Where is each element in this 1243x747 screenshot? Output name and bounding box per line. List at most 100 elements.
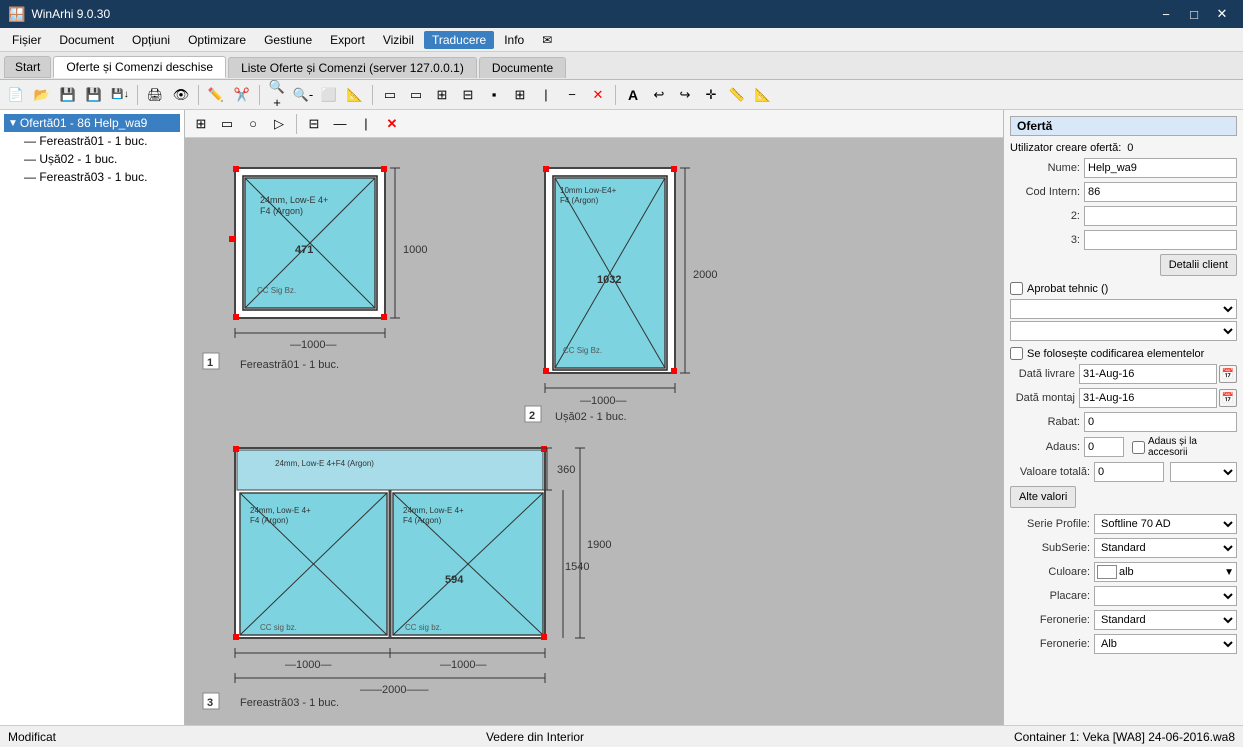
tab-oferte[interactable]: Oferte și Comenzi deschise [53, 56, 226, 78]
feronerie2-select[interactable]: Alb [1094, 634, 1237, 654]
tb-open[interactable]: 📂 [30, 83, 54, 107]
tb-delete[interactable]: ✕ [586, 83, 610, 107]
tree-fereastra03[interactable]: — Fereastră03 - 1 buc. [4, 168, 180, 186]
tb-fill[interactable]: ▪ [482, 83, 506, 107]
status-center: Vedere din Interior [76, 730, 994, 744]
tb-split-h[interactable]: ⊟ [456, 83, 480, 107]
codificare-label: Se folosește codificarea elementelor [1027, 348, 1204, 360]
dtb-arrow[interactable]: ▷ [267, 112, 291, 136]
tab-liste[interactable]: Liste Oferte și Comenzi (server 127.0.0.… [228, 57, 477, 78]
tb-edit2[interactable]: ✂️ [230, 83, 254, 107]
tb-zoom-fit[interactable]: ⬜ [317, 83, 341, 107]
tb-edit1[interactable]: ✏️ [204, 83, 228, 107]
tab-documente[interactable]: Documente [479, 57, 566, 78]
feronerie1-select[interactable]: Standard [1094, 610, 1237, 630]
data-livrare-picker[interactable]: 📅 [1219, 365, 1237, 383]
dtb-delete-red[interactable]: ✕ [380, 112, 404, 136]
tb-text[interactable]: A [621, 83, 645, 107]
dtb-pipe[interactable]: | [354, 112, 378, 136]
tb-save1[interactable]: 💾 [56, 83, 80, 107]
field3-input[interactable] [1084, 230, 1237, 250]
tree-root[interactable]: ▼ Ofertă01 - 86 Help_wa9 [4, 114, 180, 132]
dtb-minus[interactable]: — [328, 112, 352, 136]
subserie-select[interactable]: Standard [1094, 538, 1237, 558]
menu-traducere[interactable]: Traducere [424, 31, 494, 49]
section-oferta: Ofertă [1010, 116, 1237, 136]
w1-corner-bl [233, 314, 239, 320]
tb-rect[interactable]: ▭ [378, 83, 402, 107]
tb-save2[interactable]: 💾 [82, 83, 106, 107]
tb-split2[interactable]: ⊞ [508, 83, 532, 107]
placare-select[interactable] [1094, 586, 1237, 606]
valoare-totala-input[interactable] [1094, 462, 1164, 482]
adaus-accesorii-checkbox[interactable] [1132, 441, 1145, 454]
tb-new[interactable]: 📄 [4, 83, 28, 107]
data-montaj-picker[interactable]: 📅 [1219, 389, 1237, 407]
menu-gestiune[interactable]: Gestiune [256, 31, 320, 49]
menu-export[interactable]: Export [322, 31, 373, 49]
culoare-dropdown-btn[interactable]: ▼ [1222, 567, 1236, 578]
w3-label: Fereastră03 - 1 buc. [240, 697, 339, 709]
dtb-grid[interactable]: ⊞ [189, 112, 213, 136]
tb-split-v[interactable]: ⊞ [430, 83, 454, 107]
w1-inner-dim: 471 [295, 244, 313, 256]
field2-input[interactable] [1084, 206, 1237, 226]
tb-print[interactable]: 🖨 [143, 83, 167, 107]
tb-save3[interactable]: 💾↓ [108, 83, 132, 107]
dtb-circle[interactable]: ○ [241, 112, 265, 136]
nume-label: Nume: [1010, 162, 1080, 174]
minimize-button[interactable]: − [1153, 4, 1179, 24]
menu-vizibil[interactable]: Vizibil [375, 31, 422, 49]
tb-measure2[interactable]: 📐 [751, 83, 775, 107]
tb-dash-v[interactable]: | [534, 83, 558, 107]
aprobat-checkbox[interactable] [1010, 282, 1023, 295]
tb-zoom-in[interactable]: 🔍+ [265, 83, 289, 107]
adaus-input[interactable] [1084, 437, 1124, 457]
cod-intern-input[interactable] [1084, 182, 1237, 202]
currency-select[interactable] [1170, 462, 1238, 482]
dropdown2-select[interactable] [1010, 321, 1237, 341]
field2-label: 2: [1010, 210, 1080, 222]
tb-move[interactable]: ✛ [699, 83, 723, 107]
nume-input[interactable] [1084, 158, 1237, 178]
dtb-table[interactable]: ⊟ [302, 112, 326, 136]
w1-dim-w-text: —1000— [290, 339, 336, 351]
menu-fisier[interactable]: Fișier [4, 31, 49, 49]
maximize-button[interactable]: □ [1181, 4, 1207, 24]
w3-badge: 3 [207, 697, 213, 709]
close-button[interactable]: ✕ [1209, 4, 1235, 24]
drawing-toolbar: ⊞ ▭ ○ ▷ ⊟ — | ✕ [185, 110, 1003, 138]
tree-usa02[interactable]: — Ușă02 - 1 buc. [4, 150, 180, 168]
tb-preview[interactable]: 👁 [169, 83, 193, 107]
alte-valori-btn[interactable]: Alte valori [1010, 486, 1076, 508]
tb-rect2[interactable]: ▭ [404, 83, 428, 107]
tb-redo[interactable]: ↪ [673, 83, 697, 107]
rabat-input[interactable] [1084, 412, 1237, 432]
w2-glass-label2: F4 (Argon) [560, 196, 599, 205]
tb-measure1[interactable]: 📏 [725, 83, 749, 107]
drawing-area[interactable]: 24mm, Low-E 4+ F4 (Argon) CC Sig Bz. 471… [185, 138, 1003, 725]
main-content: ▼ Ofertă01 - 86 Help_wa9 — Fereastră01 -… [0, 110, 1243, 725]
tb-dash-h[interactable]: − [560, 83, 584, 107]
menu-document[interactable]: Document [51, 31, 122, 49]
menu-email[interactable]: ✉ [534, 31, 560, 49]
tb-undo[interactable]: ↩ [647, 83, 671, 107]
tb-zoom-screen[interactable]: 📐 [343, 83, 367, 107]
codificare-checkbox[interactable] [1010, 347, 1023, 360]
detalii-client-btn[interactable]: Detalii client [1160, 254, 1237, 276]
tb-zoom-out[interactable]: 🔍- [291, 83, 315, 107]
data-livrare-input[interactable] [1079, 364, 1217, 384]
menu-info[interactable]: Info [496, 31, 532, 49]
data-montaj-input[interactable] [1079, 388, 1217, 408]
dtb-rect[interactable]: ▭ [215, 112, 239, 136]
w3-c-tl [233, 446, 239, 452]
tree-fereastra01[interactable]: — Fereastră01 - 1 buc. [4, 132, 180, 150]
w3-c-br [541, 634, 547, 640]
menu-optiuni[interactable]: Opțiuni [124, 31, 178, 49]
menu-optimizare[interactable]: Optimizare [180, 31, 254, 49]
w3-dim-br-text: —1000— [440, 659, 486, 671]
w2-corner-tl [543, 166, 549, 172]
tab-start[interactable]: Start [4, 56, 51, 78]
dropdown1-select[interactable] [1010, 299, 1237, 319]
serie-profile-select[interactable]: Softline 70 AD [1094, 514, 1237, 534]
